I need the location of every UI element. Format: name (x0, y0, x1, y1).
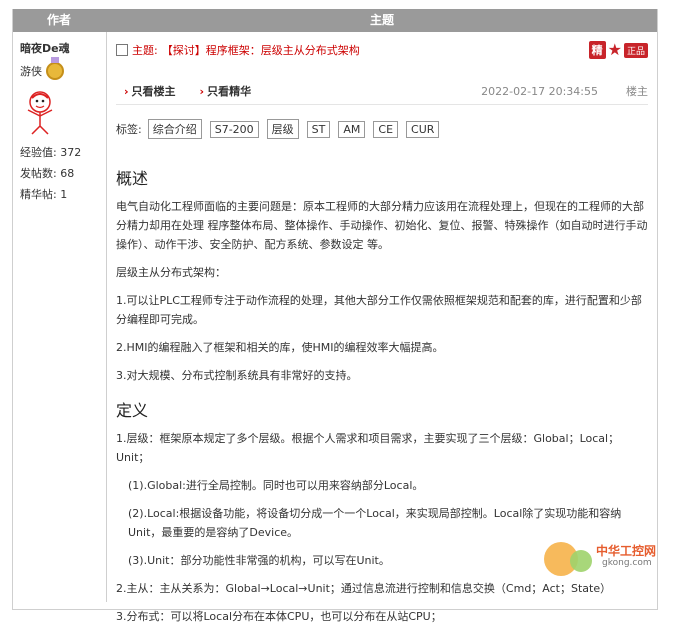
author-rank-label: 游侠 (20, 65, 42, 78)
paragraph: 3.对大规模、分布式控制系统具有非常好的支持。 (116, 369, 358, 382)
paragraph: (1).Global:进行全局控制。同时也可以用来容纳部分Local。 (128, 479, 424, 492)
avatar[interactable] (20, 88, 72, 136)
paragraph: 1.可以让PLC工程师专注于动作流程的处理，其他大部分工作仅需依照框架规范和配套… (116, 294, 642, 326)
filter-author-only[interactable]: › 只看楼主 (124, 83, 176, 99)
medal-icon (46, 57, 64, 80)
heading-definition: 定义 (116, 401, 149, 420)
post-timestamp: 2022-02-17 20:34:55 (481, 84, 598, 98)
author-name[interactable]: 暗夜De魂 (20, 40, 104, 56)
post-title-row: 主题: 【探讨】程序框架：层级主从分布式架构 精 ★ 正品 (116, 40, 648, 60)
paragraph: 层级主从分布式架构： (116, 266, 226, 279)
tag[interactable]: ST (306, 120, 331, 138)
tag[interactable]: S7-200 (209, 120, 259, 138)
select-checkbox[interactable] (116, 44, 128, 56)
paragraph: 电气自动化工程师面临的主要问题是：原本工程师的大部分精力应该用在流程处理上，但现… (116, 200, 648, 251)
paragraph: 1.层级：框架原本规定了多个层级。根据个人需求和项目需求，主要实现了三个层级：G… (116, 432, 620, 464)
watermark-domain: gkong.com (602, 558, 652, 568)
paragraph: 3.分布式：可以将Local分布在本体CPU，也可以分布在从站CPU； (116, 610, 442, 623)
post-floor: 楼主 (626, 85, 648, 98)
title-label: 主题: (132, 44, 158, 57)
stat-featured: 精华帖: 1 (20, 188, 68, 201)
gear-icon (570, 550, 592, 572)
chevron-right-icon: › (124, 85, 129, 98)
column-divider (106, 32, 107, 602)
tag[interactable]: 层级 (266, 119, 299, 139)
tag[interactable]: AM (338, 120, 366, 138)
tag[interactable]: CUR (406, 120, 440, 138)
stat-posts: 发帖数: 68 (20, 167, 75, 180)
paragraph: 2.HMI的编程融入了框架和相关的库，使HMI的编程效率大幅提高。 (116, 341, 444, 354)
featured-badge: 精 (588, 41, 606, 59)
post-meta-row: › 只看楼主 › 只看精华 2022-02-17 20:34:55 楼主 (116, 82, 648, 105)
tags-label: 标签: (116, 123, 142, 136)
tag[interactable]: CE (373, 120, 399, 138)
chevron-right-icon: › (199, 85, 205, 98)
paragraph: 2.主从：主从关系为：Global→Local→Unit；通过信息流进行控制和信… (116, 582, 612, 595)
quality-badge: 正品 (623, 42, 648, 58)
heading-overview: 概述 (116, 169, 149, 188)
post-title[interactable]: 【探讨】程序框架：层级主从分布式架构 (162, 42, 360, 58)
tag[interactable]: 综合介绍 (147, 119, 202, 139)
post-badges: 精 ★ 正品 (588, 40, 648, 59)
paragraph: (2).Local:根据设备功能，将设备切分成一个一个Local，来实现局部控制… (128, 507, 622, 539)
watermark-title: 中华工控网 (596, 544, 657, 558)
site-watermark: 中华工控网 gkong.com (544, 540, 674, 580)
author-panel: 暗夜De魂 游侠 经验值: 372 发帖数: 68 精华帖: 1 (20, 40, 104, 202)
author-rank: 游侠 (20, 57, 104, 80)
tags-row: 标签: 综合介绍 S7-200 层级 ST AM CE CUR (116, 119, 648, 139)
filter-featured-only[interactable]: › 只看精华 (200, 83, 252, 99)
star-icon: ★ (607, 40, 622, 59)
stat-experience: 经验值: 372 (20, 146, 82, 159)
